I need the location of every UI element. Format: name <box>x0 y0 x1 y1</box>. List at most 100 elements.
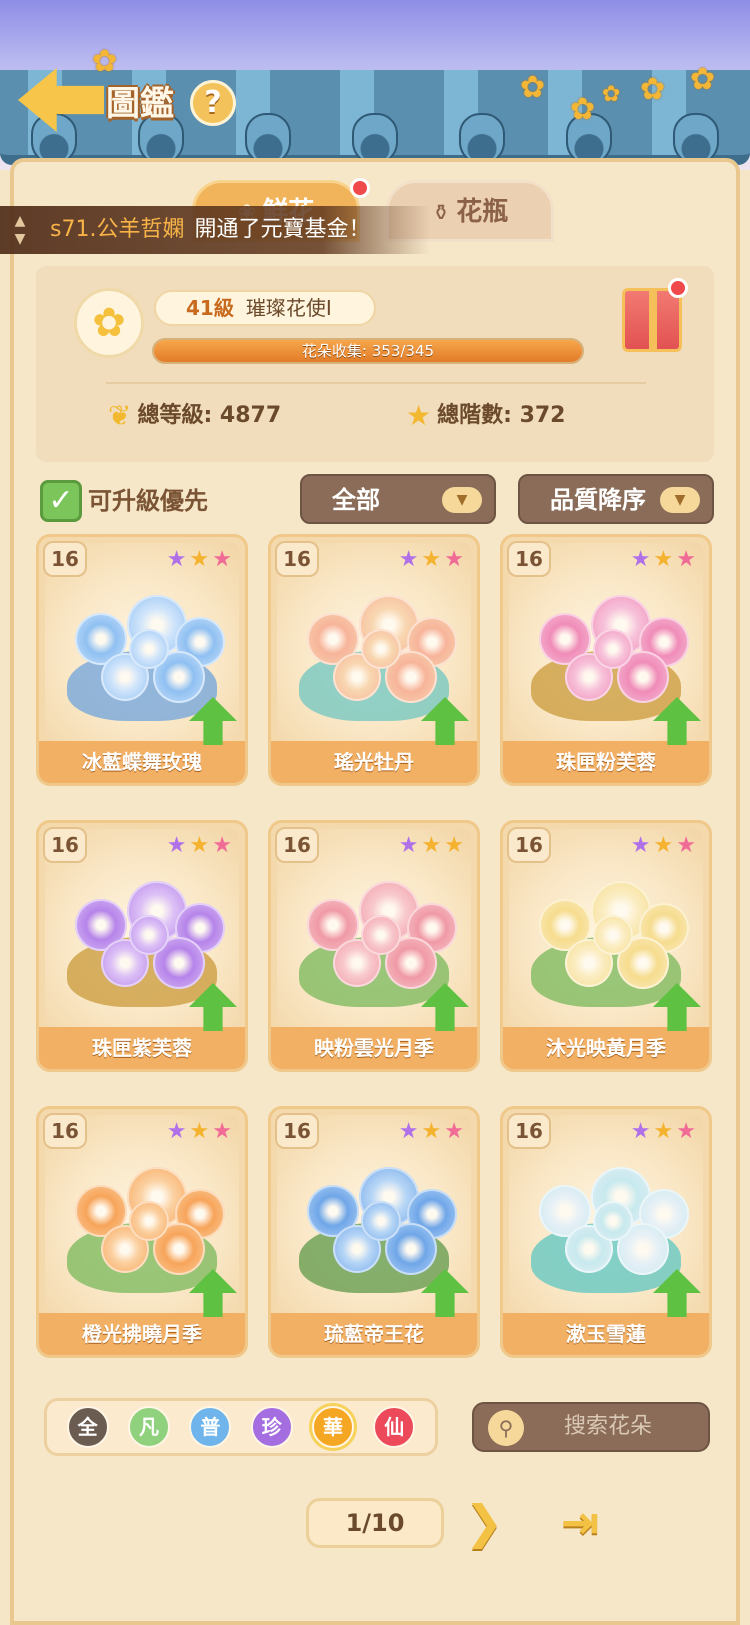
search-input[interactable]: ⚲ 搜索花朵 <box>472 1402 710 1452</box>
flower-name: 映粉雲光月季 <box>271 1027 477 1069</box>
star-icon: ★ <box>398 1119 422 1144</box>
flower-level-badge: 16 <box>507 827 551 863</box>
star-icon: ★ <box>166 833 190 858</box>
help-button[interactable]: ? <box>190 80 236 126</box>
quality-stars: ★★★ <box>167 547 235 572</box>
quality-stars: ★★★ <box>631 833 699 858</box>
flower-name: 珠匣粉芙蓉 <box>503 741 709 783</box>
quality-stars: ★★★ <box>167 1119 235 1144</box>
flower-card[interactable]: 16 ★★★ 琉藍帝王花 <box>268 1106 480 1358</box>
star-icon: ★ <box>212 1119 235 1144</box>
quality-stars: ★★★ <box>399 1119 467 1144</box>
blossom-icon: ✿ <box>690 62 716 97</box>
ticker-player-name: s71.公羊哲嫻 <box>50 217 185 242</box>
vase-icon: ⚱ <box>431 201 451 226</box>
star-icon: ★ <box>630 547 654 572</box>
star-icon: ★ <box>444 547 467 572</box>
blossom-icon: ✿ <box>520 70 546 105</box>
flower-level-badge: 16 <box>507 1113 551 1149</box>
search-icon: ⚲ <box>488 1410 524 1446</box>
notification-dot <box>350 178 370 198</box>
star-icon: ★ <box>676 547 699 572</box>
star-icon: ★ <box>166 1119 190 1144</box>
notification-dot <box>668 278 688 298</box>
flower-name: 漱玉雪蓮 <box>503 1313 709 1355</box>
chevron-down-icon: ▼ <box>442 487 482 513</box>
rarity-filter-chip[interactable]: 仙 <box>373 1406 416 1448</box>
flower-level-badge: 16 <box>275 1113 319 1149</box>
upgradable-first-checkbox[interactable]: ✓ <box>40 480 82 522</box>
rarity-filter-chip[interactable]: 凡 <box>127 1406 170 1448</box>
flower-level-badge: 16 <box>43 541 87 577</box>
quality-stars: ★★★ <box>399 547 467 572</box>
flower-level-badge: 16 <box>275 827 319 863</box>
star-icon: ★ <box>444 833 467 858</box>
star-icon: ★ <box>421 1119 445 1144</box>
star-icon: ★ <box>653 547 677 572</box>
flower-level-badge: 16 <box>275 541 319 577</box>
star-icon: ★ <box>653 1119 677 1144</box>
chevron-down-icon: ▼ <box>660 487 700 513</box>
last-page-button[interactable]: ⇥ <box>550 1494 610 1550</box>
flower-card[interactable]: 16 ★★★ 珠匣粉芙蓉 <box>500 534 712 786</box>
star-icon: ★ <box>189 547 213 572</box>
quality-stars: ★★★ <box>631 547 699 572</box>
flower-level-badge: 16 <box>43 1113 87 1149</box>
star-icon: ★ <box>630 1119 654 1144</box>
flower-card[interactable]: 16 ★★★ 映粉雲光月季 <box>268 820 480 1072</box>
star-icon: ★ <box>421 547 445 572</box>
flower-name: 琉藍帝王花 <box>271 1313 477 1355</box>
gift-box-icon[interactable] <box>622 288 682 352</box>
star-icon: ★ <box>421 833 445 858</box>
flower-name: 珠匣紫芙蓉 <box>39 1027 245 1069</box>
star-icon: ★ <box>212 833 235 858</box>
quality-stars: ★★★ <box>399 833 467 858</box>
rarity-filter-chip[interactable]: 普 <box>189 1406 232 1448</box>
flower-name: 瑤光牡丹 <box>271 741 477 783</box>
player-rank: 璀璨花使I <box>245 296 332 320</box>
star-icon: ★ <box>189 833 213 858</box>
flower-card[interactable]: 16 ★★★ 沐光映黃月季 <box>500 820 712 1072</box>
rarity-filter-chip[interactable]: 華 <box>311 1406 354 1448</box>
scroll-arrows-icon: ▲ ▼ <box>14 213 26 247</box>
sort-dropdown[interactable]: 品質降序 ▼ <box>518 474 714 524</box>
sprout-icon: ❦ <box>108 399 132 432</box>
star-icon: ★ <box>406 399 432 432</box>
rarity-filter-chip[interactable]: 珍 <box>250 1406 293 1448</box>
quality-stars: ★★★ <box>631 1119 699 1144</box>
search-placeholder: 搜索花朵 <box>564 1414 653 1439</box>
total-level-stat: ❦ 總等級: 4877 <box>108 399 282 432</box>
collection-progress-bar: 花朵收集: 353/345 <box>152 338 584 364</box>
star-icon: ★ <box>630 833 654 858</box>
rarity-filter-chip[interactable]: 全 <box>66 1406 109 1448</box>
rank-emblem-icon: ✿ <box>74 288 144 358</box>
star-icon: ★ <box>444 1119 467 1144</box>
total-tier-stat: ★ 總階數: 372 <box>406 399 566 432</box>
collection-progress-text: 花朵收集: 353/345 <box>301 342 435 360</box>
ticker-message: 開通了元寶基金！ <box>194 217 371 242</box>
blossom-icon: ✿ <box>602 82 621 107</box>
star-icon: ★ <box>398 547 422 572</box>
quality-stars: ★★★ <box>167 833 235 858</box>
star-icon: ★ <box>212 547 235 572</box>
flower-level-badge: 16 <box>507 541 551 577</box>
flower-name: 沐光映黃月季 <box>503 1027 709 1069</box>
star-icon: ★ <box>166 547 190 572</box>
flower-card[interactable]: 16 ★★★ 漱玉雪蓮 <box>500 1106 712 1358</box>
flower-name: 橙光拂曉月季 <box>39 1313 245 1355</box>
flower-name: 冰藍蝶舞玫瑰 <box>39 741 245 783</box>
flower-card[interactable]: 16 ★★★ 珠匣紫芙蓉 <box>36 820 248 1072</box>
flower-card[interactable]: 16 ★★★ 瑤光牡丹 <box>268 534 480 786</box>
flower-level-badge: 16 <box>43 827 87 863</box>
flower-card[interactable]: 16 ★★★ 橙光拂曉月季 <box>36 1106 248 1358</box>
upgradable-first-label: 可升級優先 <box>88 487 208 515</box>
star-icon: ★ <box>676 1119 699 1144</box>
category-dropdown[interactable]: 全部 ▼ <box>300 474 496 524</box>
star-icon: ★ <box>189 1119 213 1144</box>
star-icon: ★ <box>676 833 699 858</box>
flower-card[interactable]: 16 ★★★ 冰藍蝶舞玫瑰 <box>36 534 248 786</box>
next-page-button[interactable]: ❯ <box>454 1494 514 1550</box>
blossom-icon: ✿ <box>570 92 596 127</box>
divider <box>106 382 646 384</box>
player-level: 41級 <box>186 296 234 320</box>
